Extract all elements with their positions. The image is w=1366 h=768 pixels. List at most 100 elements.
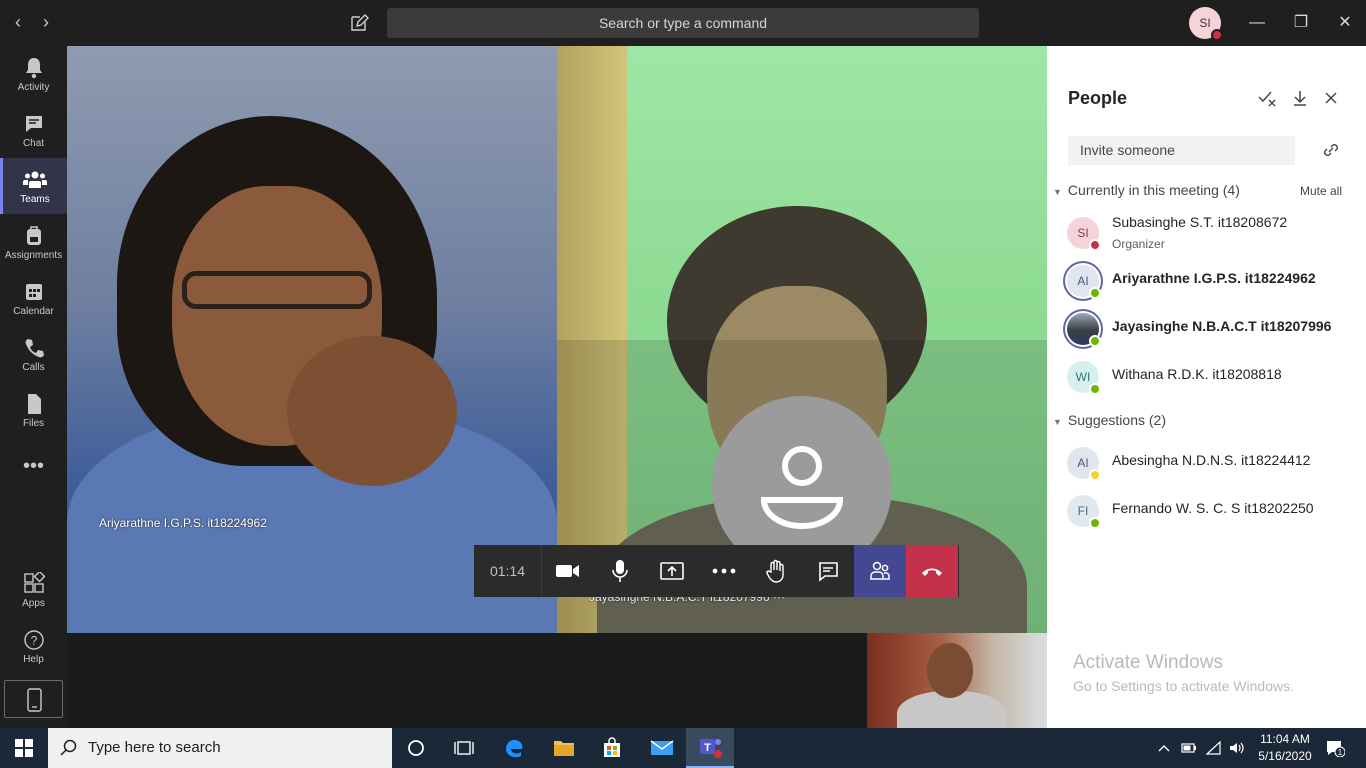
rail-label: Calendar — [13, 306, 54, 317]
available-status-icon — [1089, 287, 1101, 299]
show-hidden-icons[interactable] — [1154, 728, 1174, 768]
taskbar-search-placeholder: Type here to search — [88, 739, 221, 756]
back-arrow-icon[interactable]: ‹ — [8, 12, 28, 32]
share-screen-button[interactable] — [646, 545, 698, 597]
task-view-icon[interactable] — [440, 728, 488, 768]
camera-button[interactable] — [542, 545, 594, 597]
self-video-preview[interactable] — [867, 633, 1047, 728]
file-explorer-icon[interactable] — [540, 728, 588, 768]
invite-someone-input[interactable]: Invite someone — [1068, 136, 1295, 165]
show-participants-button[interactable] — [854, 545, 906, 597]
rail-item-assignments[interactable]: Assignments — [0, 214, 67, 270]
forward-arrow-icon[interactable]: › — [36, 12, 56, 32]
start-button[interactable] — [0, 728, 48, 768]
cortana-icon[interactable] — [392, 728, 440, 768]
microphone-button[interactable] — [594, 545, 646, 597]
self-video-face — [927, 643, 973, 698]
taskbar-clock[interactable]: 11:04 AM 5/16/2020 — [1252, 731, 1318, 765]
rail-item-help[interactable]: ? Help — [0, 618, 67, 674]
available-status-icon — [1089, 517, 1101, 529]
chat-icon — [25, 116, 42, 132]
watermark-title: Activate Windows — [1073, 652, 1223, 673]
participant-row[interactable]: Jayasinghe N.B.A.C.T it18207996 — [1047, 306, 1366, 352]
windows-logo-icon — [15, 739, 33, 757]
minimize-icon[interactable]: — — [1242, 8, 1272, 38]
more-apps-icon[interactable]: ••• — [0, 446, 67, 486]
share-link-icon[interactable] — [1321, 140, 1341, 160]
mobile-device-icon[interactable] — [4, 680, 63, 718]
rail-label: Calls — [22, 362, 45, 373]
volume-icon[interactable] — [1226, 728, 1248, 768]
title-bar: ‹ › Search or type a command SI — ❐ ✕ — [0, 0, 1366, 46]
bell-icon — [25, 58, 42, 79]
participant-name: Jayasinghe N.B.A.C.T it18207996 — [1112, 318, 1332, 334]
windows-taskbar: Type here to search T 11:04 AM 5/16/2020… — [0, 728, 1366, 768]
phone-icon — [25, 339, 44, 358]
rail-item-calendar[interactable]: Calendar — [0, 270, 67, 326]
rail-item-teams[interactable]: Teams — [0, 158, 67, 214]
video-camera-icon — [556, 565, 579, 577]
participant-row[interactable]: WI Withana R.D.K. it18208818 — [1047, 354, 1366, 400]
action-center-icon[interactable]: 1 — [1320, 728, 1350, 768]
participant-name: Subasinghe S.T. it18208672 — [1112, 214, 1288, 230]
download-icon[interactable] — [1290, 88, 1310, 108]
suggestions-section[interactable]: ▼ Suggestions (2) — [1053, 412, 1166, 428]
battery-icon[interactable] — [1178, 728, 1200, 768]
share-screen-icon — [660, 562, 684, 580]
call-timer: 01:14 — [474, 545, 542, 597]
compose-icon[interactable] — [348, 12, 370, 34]
store-icon[interactable] — [588, 728, 636, 768]
apps-icon — [23, 572, 45, 593]
show-conversation-button[interactable] — [802, 545, 854, 597]
rail-label: Assignments — [4, 250, 63, 261]
rail-label: Files — [22, 418, 45, 429]
mail-icon[interactable] — [638, 728, 686, 768]
manage-permissions-icon[interactable] — [1257, 88, 1277, 108]
search-icon — [60, 739, 77, 756]
participant-row[interactable]: AI Ariyarathne I.G.P.S. it18224962 — [1047, 258, 1366, 304]
participant-video-hand — [287, 336, 457, 486]
away-status-icon — [1089, 469, 1101, 481]
command-search-input[interactable]: Search or type a command — [387, 8, 979, 38]
user-avatar[interactable]: SI — [1189, 7, 1223, 41]
participants-icon — [870, 561, 890, 580]
participant-name: Withana R.D.K. it18208818 — [1112, 366, 1282, 382]
more-actions-button[interactable] — [698, 545, 750, 597]
close-window-icon[interactable]: ✕ — [1330, 8, 1360, 38]
suggestion-name: Fernando W. S. C. S it18202250 — [1112, 500, 1314, 516]
notification-count: 1 — [1338, 748, 1343, 757]
app-rail: Activity Chat Teams Assignments Calendar… — [0, 46, 67, 728]
clock-time: 11:04 AM — [1260, 732, 1310, 746]
participant-role: Organizer — [1112, 237, 1165, 251]
rail-item-activity[interactable]: Activity — [0, 46, 67, 102]
current-meeting-section[interactable]: ▼ Currently in this meeting (4) — [1053, 182, 1240, 198]
suggestion-row[interactable]: AI Abesingha N.D.N.S. it18224412 — [1047, 440, 1366, 486]
edge-browser-icon[interactable] — [490, 728, 538, 768]
meeting-stage: Ariyarathne I.G.P.S. it18224962 Jayasing… — [67, 46, 1047, 728]
participant-row[interactable]: SI Subasinghe S.T. it18208672 Organizer — [1047, 210, 1366, 256]
rail-item-files[interactable]: Files — [0, 382, 67, 438]
help-icon: ? — [23, 630, 44, 650]
taskbar-search-input[interactable]: Type here to search — [48, 728, 392, 768]
mute-all-button[interactable]: Mute all — [1300, 184, 1342, 198]
rail-item-chat[interactable]: Chat — [0, 102, 67, 158]
raise-hand-button[interactable] — [750, 545, 802, 597]
conversation-icon — [819, 562, 838, 582]
restore-icon[interactable]: ❐ — [1286, 8, 1316, 38]
rail-label: Apps — [22, 598, 45, 609]
rail-label: Help — [23, 654, 44, 665]
microphone-icon — [612, 560, 628, 582]
teams-taskbar-icon[interactable]: T — [686, 728, 734, 768]
collapse-caret-icon: ▼ — [1053, 187, 1062, 197]
wifi-icon[interactable] — [1203, 728, 1225, 768]
video-name-tag-left: Ariyarathne I.G.P.S. it18224962 — [99, 516, 267, 530]
raise-hand-icon — [766, 559, 784, 583]
hang-up-button[interactable] — [906, 545, 958, 597]
suggestion-name: Abesingha N.D.N.S. it18224412 — [1112, 452, 1311, 468]
clock-date: 5/16/2020 — [1258, 749, 1312, 763]
rail-item-calls[interactable]: Calls — [0, 326, 67, 382]
close-panel-icon[interactable] — [1321, 88, 1341, 108]
people-panel: People Invite someone ▼ Currently in this… — [1047, 46, 1366, 728]
suggestion-row[interactable]: FI Fernando W. S. C. S it18202250 — [1047, 488, 1366, 534]
rail-item-apps[interactable]: Apps — [0, 562, 67, 618]
